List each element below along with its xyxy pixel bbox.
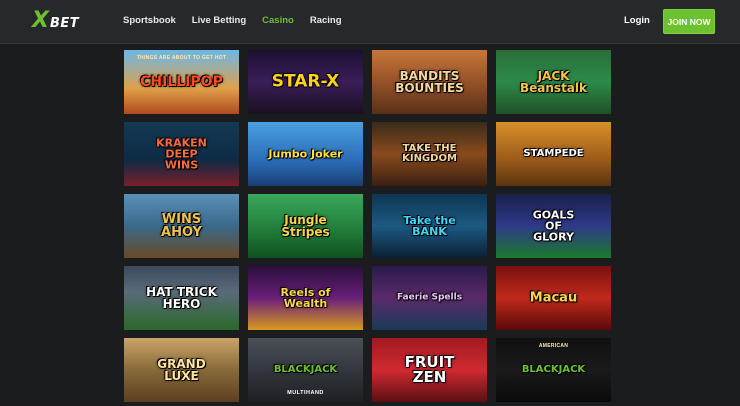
game-tile[interactable]: HAT TRICK HERO (124, 266, 239, 330)
game-title: Jungle Stripes (281, 213, 330, 239)
game-title: KRAKEN DEEP WINS (156, 136, 207, 172)
game-title: GRAND LUXE (157, 357, 206, 383)
game-tile[interactable]: TAKE THE KINGDOM (372, 122, 487, 186)
game-title: CHILLIPOP (140, 74, 223, 90)
nav-sportsbook[interactable]: Sportsbook (123, 15, 176, 26)
nav-live-betting[interactable]: Live Betting (192, 15, 246, 26)
game-title: BLACKJACK (273, 364, 338, 375)
game-tile[interactable]: KRAKEN DEEP WINS (124, 122, 239, 186)
nav-racing[interactable]: Racing (310, 15, 342, 26)
game-title: Macau (529, 290, 578, 306)
game-tile[interactable]: Faerie Spells (372, 266, 487, 330)
game-title: Faerie Spells (396, 292, 463, 303)
game-title: TAKE THE KINGDOM (402, 143, 457, 164)
game-title: Reels of Wealth (280, 286, 331, 310)
login-link[interactable]: Login (624, 15, 650, 26)
game-tile[interactable]: WINS AHOY (124, 194, 239, 258)
game-tile[interactable]: GOALS OF GLORY (496, 194, 611, 258)
game-title: BLACKJACK (521, 364, 586, 375)
game-tile[interactable]: BANDITS BOUNTIES (372, 50, 487, 114)
game-tile[interactable]: FRUIT ZEN (372, 338, 487, 402)
nav-casino[interactable]: Casino (262, 15, 294, 26)
game-title: JACK Beanstalk (520, 69, 587, 95)
game-tile[interactable]: GRAND LUXE (124, 338, 239, 402)
join-now-button[interactable]: JOIN NOW (663, 9, 715, 34)
game-tile[interactable]: STAMPEDE (496, 122, 611, 186)
game-title: Jumbo Joker (268, 147, 343, 161)
game-title: STAMPEDE (523, 148, 584, 159)
game-title: WINS AHOY (161, 212, 202, 240)
game-title: HAT TRICK HERO (146, 285, 217, 311)
top-navigation-bar: X BET Sportsbook Live Betting Casino Rac… (0, 0, 740, 44)
game-title: FRUIT ZEN (404, 353, 455, 386)
game-tagline: AMERICAN (538, 343, 569, 349)
game-tile[interactable]: Reels of Wealth (248, 266, 363, 330)
game-title: GOALS OF GLORY (532, 208, 575, 244)
xbet-logo[interactable]: X BET (32, 10, 79, 32)
game-tile[interactable]: Jumbo Joker (248, 122, 363, 186)
game-tile[interactable]: JACK Beanstalk (496, 50, 611, 114)
game-title: STAR-X (271, 71, 340, 92)
main-nav: Sportsbook Live Betting Casino Racing (123, 15, 358, 26)
game-subtitle: MULTIHAND (287, 390, 324, 396)
game-tile[interactable]: AMERICAN BLACKJACK (496, 338, 611, 402)
logo-bet: BET (49, 15, 80, 31)
game-tile[interactable]: STAR-X (248, 50, 363, 114)
casino-game-grid: THINGS ARE ABOUT TO GET HOT CHILLIPOP STAR… (124, 50, 611, 402)
game-tile[interactable]: BLACKJACK MULTIHAND (248, 338, 363, 402)
game-tile[interactable]: Take the BANK (372, 194, 487, 258)
logo-x: X (32, 8, 49, 33)
game-tile[interactable]: Macau (496, 266, 611, 330)
game-tile[interactable]: THINGS ARE ABOUT TO GET HOT CHILLIPOP (124, 50, 239, 114)
game-tile[interactable]: Jungle Stripes (248, 194, 363, 258)
game-title: BANDITS BOUNTIES (395, 69, 464, 95)
game-title: Take the BANK (403, 214, 456, 238)
game-tagline: THINGS ARE ABOUT TO GET HOT (136, 55, 227, 61)
